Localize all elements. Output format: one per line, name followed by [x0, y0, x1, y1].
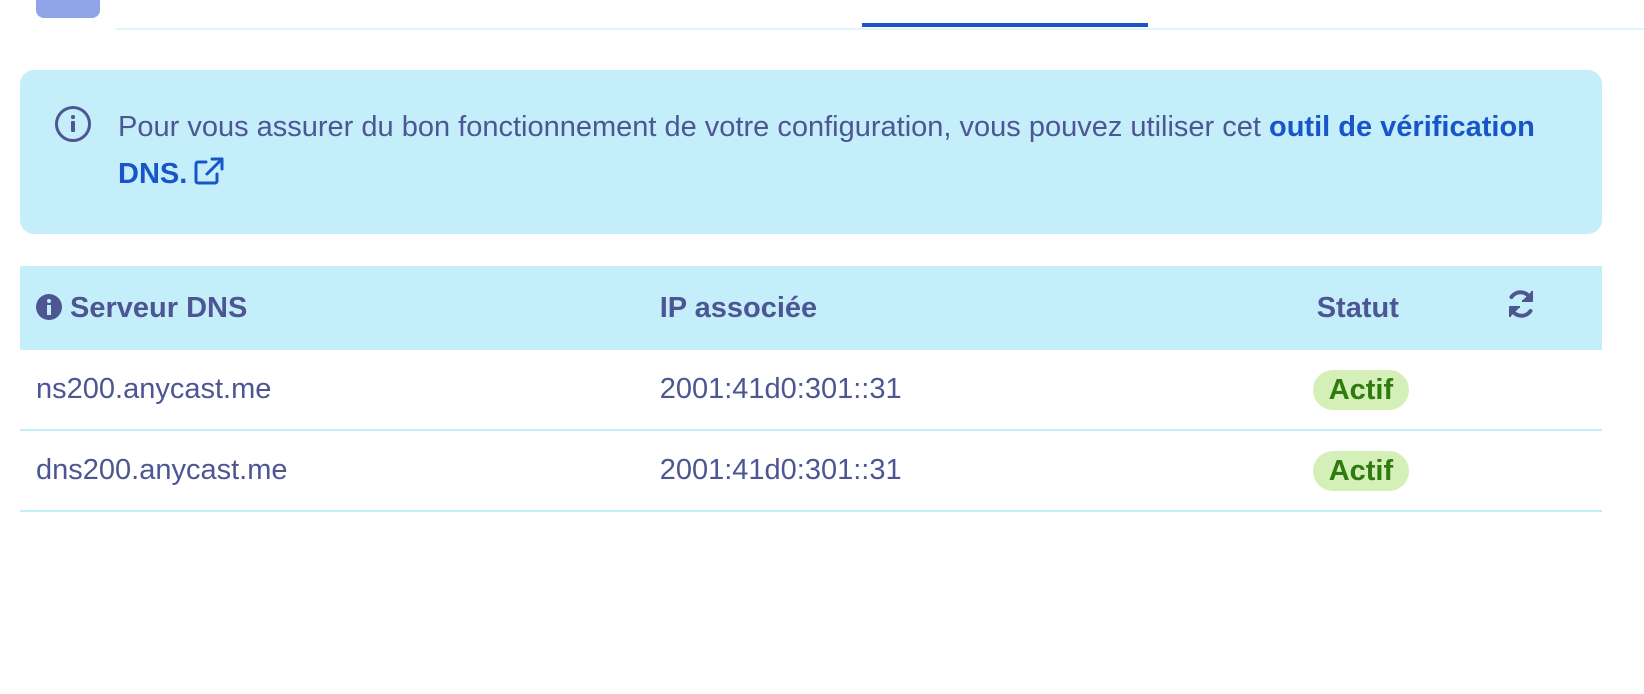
table-row: dns200.anycast.me 2001:41d0:301::31 Acti…	[20, 430, 1602, 512]
header-ip-label: IP associée	[659, 291, 818, 324]
status-cell: Actif	[1312, 430, 1506, 512]
status-badge: Actif	[1312, 369, 1410, 410]
server-ip: 2001:41d0:301::31	[659, 350, 1317, 431]
info-banner-text: Pour vous assurer du bon fonctionnement …	[118, 104, 1558, 201]
external-link-icon[interactable]	[193, 154, 225, 201]
table-header-row: Serveur DNS IP associée Statut	[20, 266, 1602, 350]
header-status-label: Statut	[1316, 291, 1399, 324]
server-name: dns200.anycast.me	[20, 430, 660, 512]
table-row: ns200.anycast.me 2001:41d0:301::31 Actif	[20, 350, 1602, 431]
header-server: Serveur DNS	[20, 266, 660, 350]
row-actions	[1505, 350, 1602, 431]
active-tab-indicator	[862, 23, 1148, 27]
header-server-label: Serveur DNS	[70, 291, 248, 324]
tab-icon[interactable]	[36, 0, 100, 18]
header-ip: IP associée	[660, 266, 1317, 350]
status-cell: Actif	[1312, 350, 1506, 431]
row-actions	[1505, 430, 1602, 512]
header-status: Statut	[1317, 266, 1505, 350]
refresh-icon[interactable]	[1505, 288, 1537, 328]
header-refresh	[1505, 266, 1602, 350]
dns-servers-table: Serveur DNS IP associée Statut ns200.any…	[20, 266, 1602, 512]
status-badge: Actif	[1312, 450, 1410, 491]
info-banner: Pour vous assurer du bon fonctionnement …	[20, 70, 1602, 234]
server-ip: 2001:41d0:301::31	[659, 430, 1317, 512]
info-banner-message: Pour vous assurer du bon fonctionnement …	[118, 111, 1269, 143]
tabs-divider	[116, 28, 1644, 30]
server-name: ns200.anycast.me	[20, 350, 660, 431]
dns-servers-page: Pour vous assurer du bon fonctionnement …	[0, 0, 1644, 694]
info-filled-icon[interactable]	[36, 293, 62, 320]
info-circle-icon	[55, 106, 91, 142]
